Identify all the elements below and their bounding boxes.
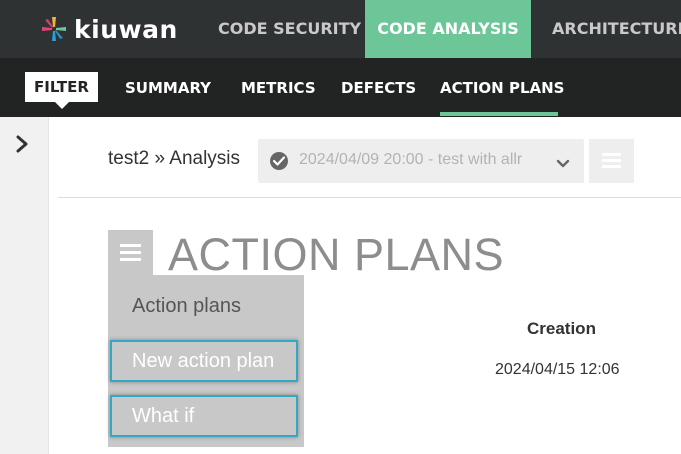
tab-action-plans[interactable]: ACTION PLANS <box>440 58 564 117</box>
left-sidebar <box>0 117 49 454</box>
top-nav-bar: kiuwan CODE SECURITY CODE ANALYSIS ARCHI… <box>0 0 681 58</box>
table-cell-creation: 2024/04/15 12:06 <box>495 361 620 378</box>
action-plans-menu: Action plans New action plan What if <box>108 275 304 447</box>
kiuwan-logo[interactable]: kiuwan <box>40 14 178 44</box>
active-tab-indicator <box>440 112 558 116</box>
tab-code-analysis[interactable]: CODE ANALYSIS <box>365 0 531 58</box>
menu-icon-line <box>602 165 621 168</box>
tab-summary[interactable]: SUMMARY <box>125 58 211 117</box>
check-circle-icon <box>270 152 288 170</box>
analysis-select[interactable]: 2024/04/09 20:00 - test with allr <box>258 139 584 183</box>
hamburger-menu-button[interactable] <box>108 230 153 275</box>
hamburger-icon-line <box>120 258 141 261</box>
new-action-plan-item[interactable]: New action plan <box>110 340 298 382</box>
menu-icon-line <box>602 153 621 156</box>
options-menu-button[interactable] <box>589 139 634 183</box>
page-title: ACTION PLANS <box>168 229 505 280</box>
logo-text: kiuwan <box>74 14 178 44</box>
menu-icon-line <box>602 159 621 162</box>
kiuwan-logo-icon <box>42 17 66 41</box>
tab-metrics[interactable]: METRICS <box>241 58 316 117</box>
chevron-right-icon[interactable] <box>15 135 29 158</box>
tab-code-security[interactable]: CODE SECURITY <box>218 0 361 58</box>
analysis-select-value: 2024/04/09 20:00 - test with allr <box>299 151 523 168</box>
tab-architecture[interactable]: ARCHITECTURE <box>552 0 681 58</box>
hamburger-icon-line <box>120 244 141 247</box>
breadcrumb: test2 » Analysis <box>108 148 241 169</box>
column-header-creation[interactable]: Creation <box>527 319 596 339</box>
hamburger-icon-line <box>120 251 141 254</box>
tab-defects[interactable]: DEFECTS <box>341 58 416 117</box>
divider <box>58 197 681 198</box>
what-if-item[interactable]: What if <box>110 395 298 437</box>
menu-header: Action plans <box>132 295 241 317</box>
sub-nav-bar: FILTER SUMMARY METRICS DEFECTS ACTION PL… <box>0 58 681 117</box>
filter-button[interactable]: FILTER <box>25 72 98 109</box>
chevron-down-icon <box>556 154 570 173</box>
